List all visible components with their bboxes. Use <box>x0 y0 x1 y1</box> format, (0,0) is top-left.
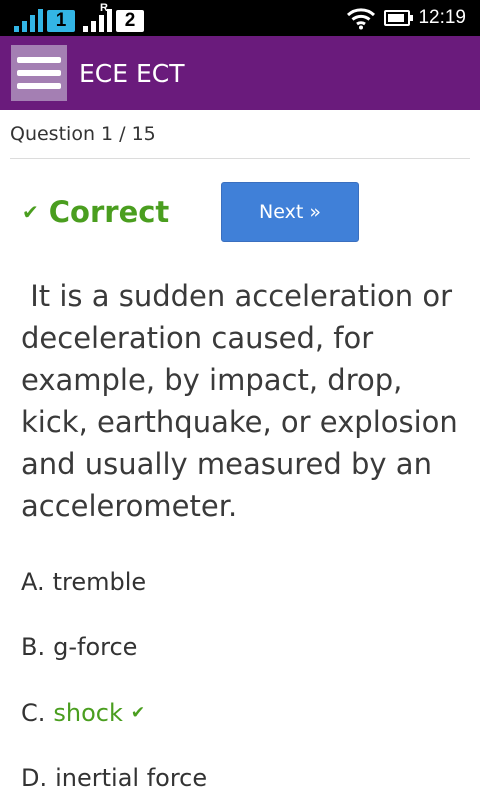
option-text: inertial force <box>55 764 207 792</box>
sim1-badge: 1 <box>47 10 75 32</box>
option-letter: A. <box>21 568 45 596</box>
app-title: ECE ECT <box>79 59 185 88</box>
option-b[interactable]: B. g-force <box>0 615 480 681</box>
option-d[interactable]: D. inertial force <box>0 746 480 811</box>
sim2-badge: 2 <box>116 10 144 32</box>
menu-icon[interactable] <box>11 45 67 101</box>
checkmark-icon: ✔ <box>22 200 39 224</box>
question-text: It is a sudden acceleration or decelerat… <box>0 275 480 527</box>
result-row: ✔ Correct Next » <box>0 159 480 271</box>
wifi-icon <box>346 6 376 30</box>
option-letter: B. <box>21 633 45 661</box>
status-bar: 1 2 R 12:19 <box>0 0 480 36</box>
battery-icon <box>384 10 410 26</box>
question-counter: Question 1 / 15 <box>0 110 480 158</box>
next-button[interactable]: Next » <box>221 182 359 242</box>
sim1-signal-icon <box>14 8 43 32</box>
option-a[interactable]: A. tremble <box>0 549 480 615</box>
option-letter: C. <box>21 699 45 727</box>
roaming-indicator: R <box>100 2 108 14</box>
option-text: tremble <box>53 568 147 596</box>
result-label: Correct <box>49 195 170 229</box>
battery-level <box>388 14 404 22</box>
answer-options: A. tremble B. g-force C. shock ✔ D. iner… <box>0 549 480 811</box>
option-c[interactable]: C. shock ✔ <box>0 680 480 746</box>
status-time: 12:19 <box>418 7 466 29</box>
option-text: g-force <box>53 633 137 661</box>
app-bar: ECE ECT <box>0 36 480 110</box>
option-text: shock <box>53 699 123 727</box>
option-letter: D. <box>21 764 47 792</box>
result-status: ✔ Correct <box>22 195 169 229</box>
checkmark-icon: ✔ <box>131 703 145 723</box>
